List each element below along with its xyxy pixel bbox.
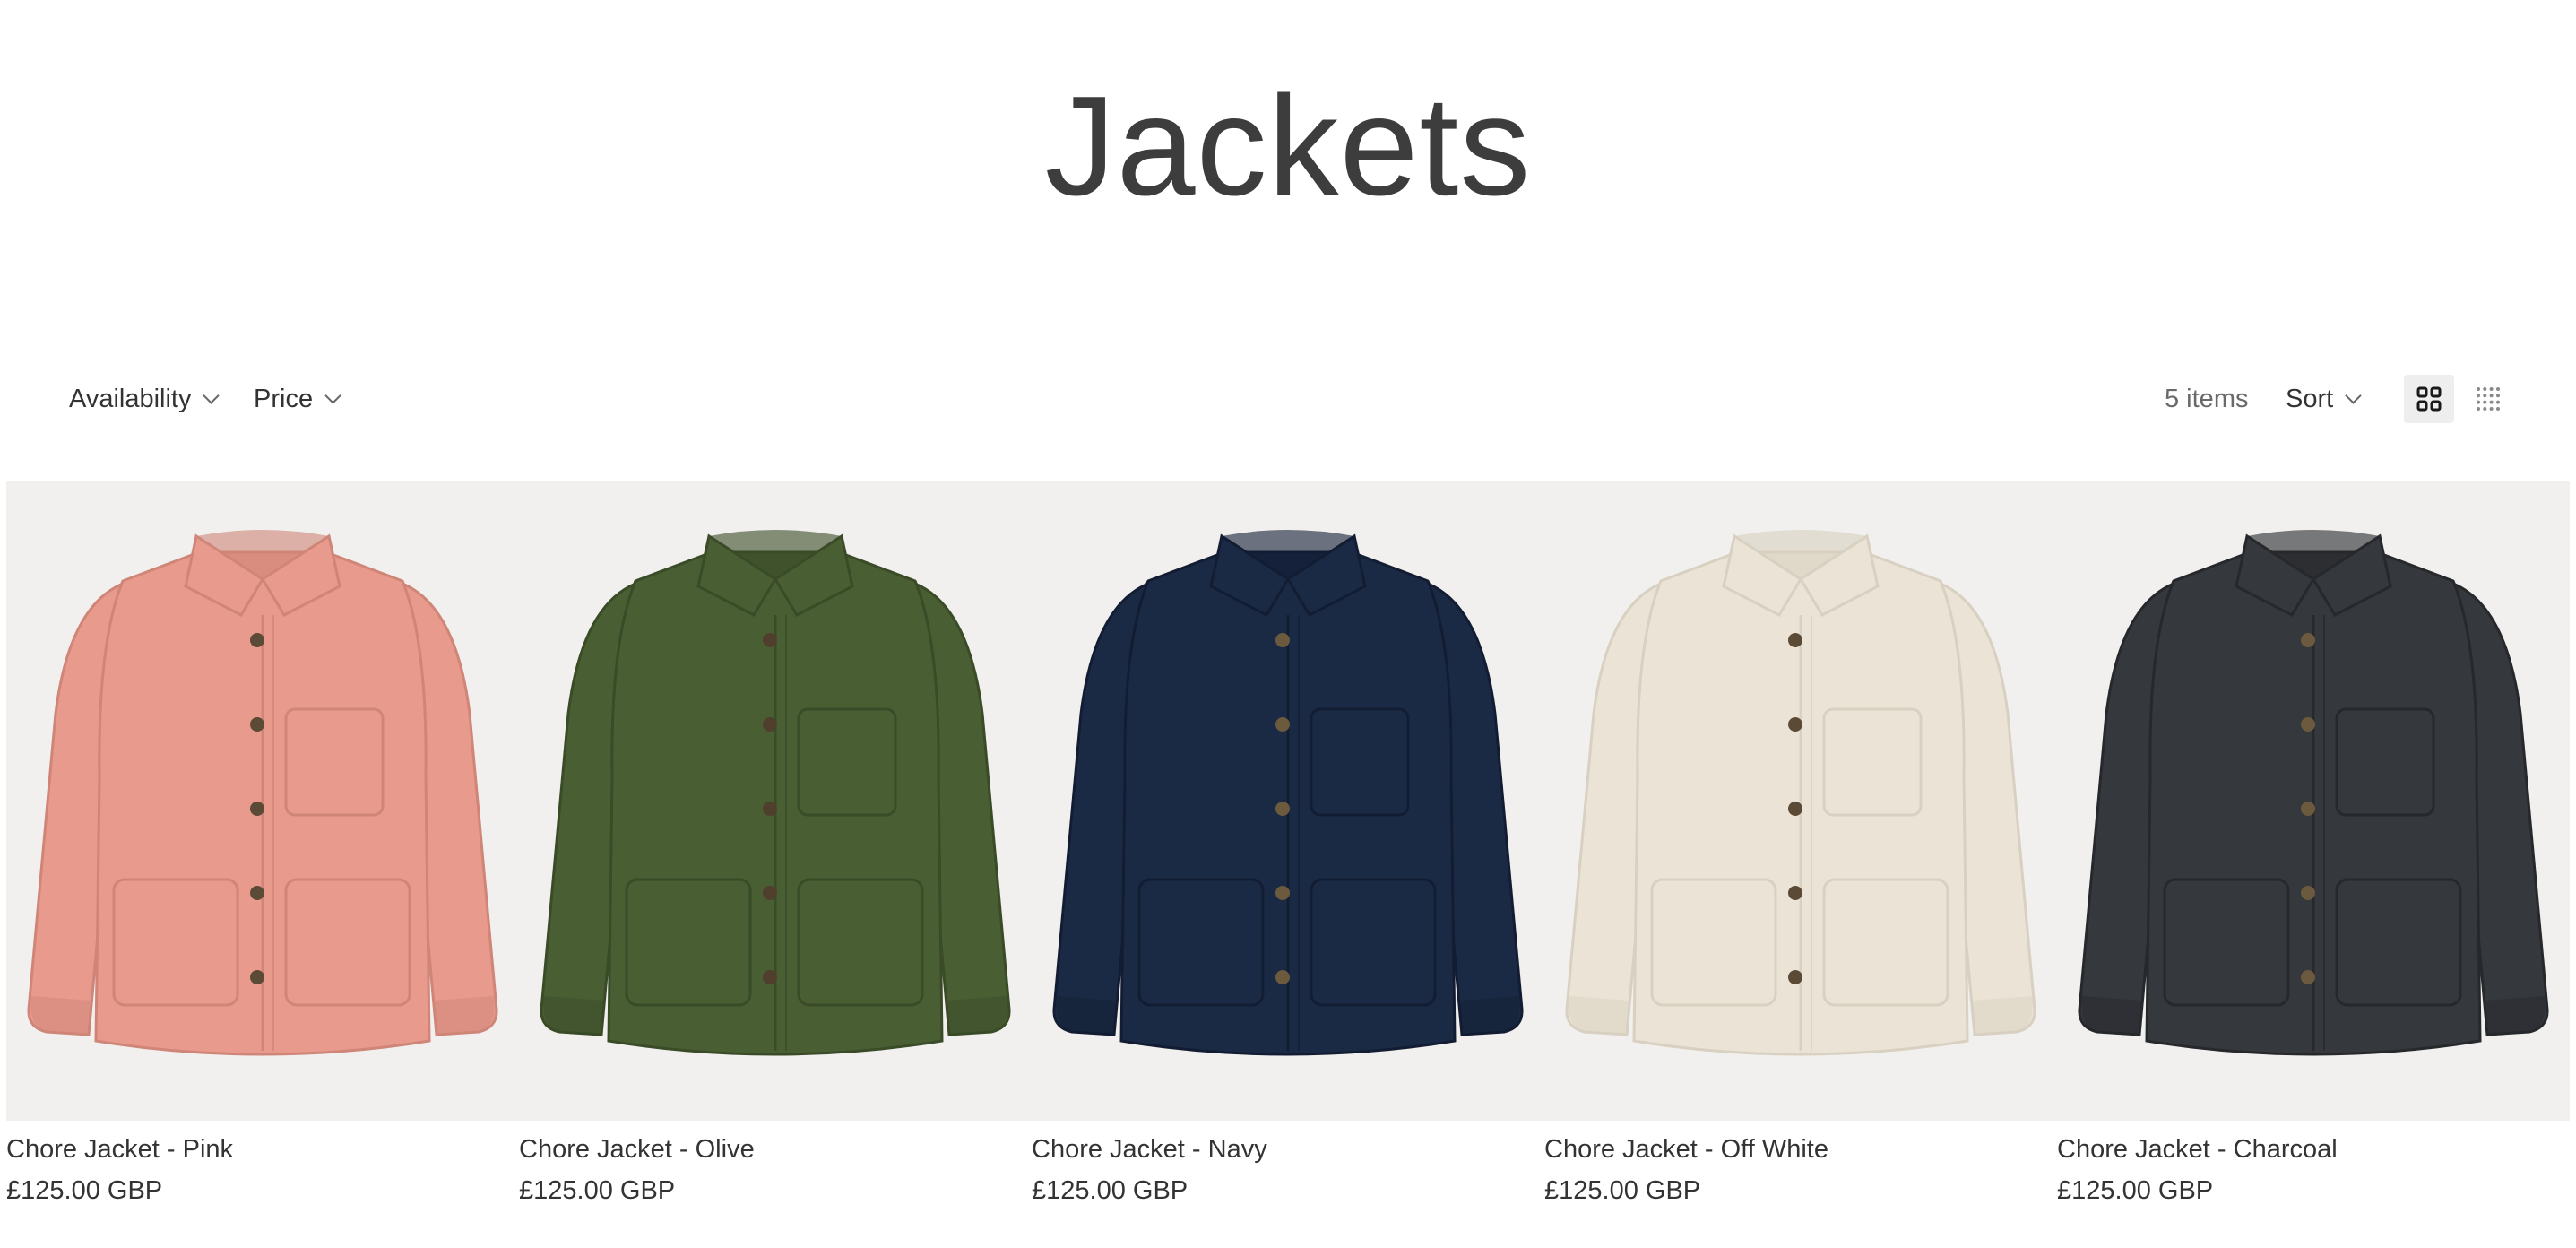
grid-dots-icon (2477, 387, 2500, 411)
chevron-down-icon (324, 386, 341, 404)
collection-toolbar: Availability Price 5 items Sort (0, 375, 2576, 423)
view-grid-large-button[interactable] (2404, 375, 2454, 423)
product-card[interactable]: Chore Jacket - Navy £125.00 GBP (1032, 481, 1544, 1216)
product-image[interactable] (2057, 481, 2570, 1121)
product-price: £125.00 GBP (6, 1176, 163, 1205)
product-price: £125.00 GBP (519, 1176, 676, 1205)
filter-price[interactable]: Price (254, 377, 341, 421)
product-image[interactable] (1544, 481, 2057, 1121)
filter-availability[interactable]: Availability (69, 377, 220, 421)
filter-price-label: Price (254, 384, 314, 413)
product-price: £125.00 GBP (2057, 1176, 2214, 1205)
product-price: £125.00 GBP (1032, 1176, 1189, 1205)
product-name[interactable]: Chore Jacket - Navy (1032, 1135, 1267, 1165)
collection-page: Jackets Availability Price 5 items Sort (0, 0, 2576, 1248)
jacket-illustration (27, 530, 498, 1056)
jacket-illustration (1565, 530, 2036, 1056)
sort-dropdown[interactable]: Sort (2286, 377, 2362, 421)
product-name[interactable]: Chore Jacket - Charcoal (2057, 1135, 2338, 1165)
page-title: Jackets (1044, 67, 1532, 225)
item-count: 5 items (2165, 384, 2249, 413)
jacket-illustration (2078, 530, 2549, 1056)
product-price: £125.00 GBP (1544, 1176, 1701, 1205)
product-name[interactable]: Chore Jacket - Off White (1544, 1135, 1828, 1165)
chevron-down-icon (2345, 386, 2362, 404)
jacket-illustration (1052, 530, 1524, 1056)
product-card[interactable]: Chore Jacket - Pink £125.00 GBP (6, 481, 519, 1216)
sort-label: Sort (2286, 384, 2334, 413)
view-grid-small-button[interactable] (2463, 375, 2513, 423)
product-card[interactable]: Chore Jacket - Charcoal £125.00 GBP (2057, 481, 2570, 1216)
product-image[interactable] (1032, 481, 1544, 1121)
filter-availability-label: Availability (69, 384, 192, 413)
product-grid: Chore Jacket - Pink £125.00 GBP Chore Ja… (6, 481, 2570, 1216)
grid-2x2-icon (2416, 386, 2442, 412)
product-card[interactable]: Chore Jacket - Olive £125.00 GBP (519, 481, 1032, 1216)
product-name[interactable]: Chore Jacket - Pink (6, 1135, 233, 1165)
product-name[interactable]: Chore Jacket - Olive (519, 1135, 755, 1165)
product-image[interactable] (519, 481, 1032, 1121)
product-image[interactable] (6, 481, 519, 1121)
product-card[interactable]: Chore Jacket - Off White £125.00 GBP (1544, 481, 2057, 1216)
chevron-down-icon (203, 386, 220, 404)
jacket-illustration (540, 530, 1011, 1056)
